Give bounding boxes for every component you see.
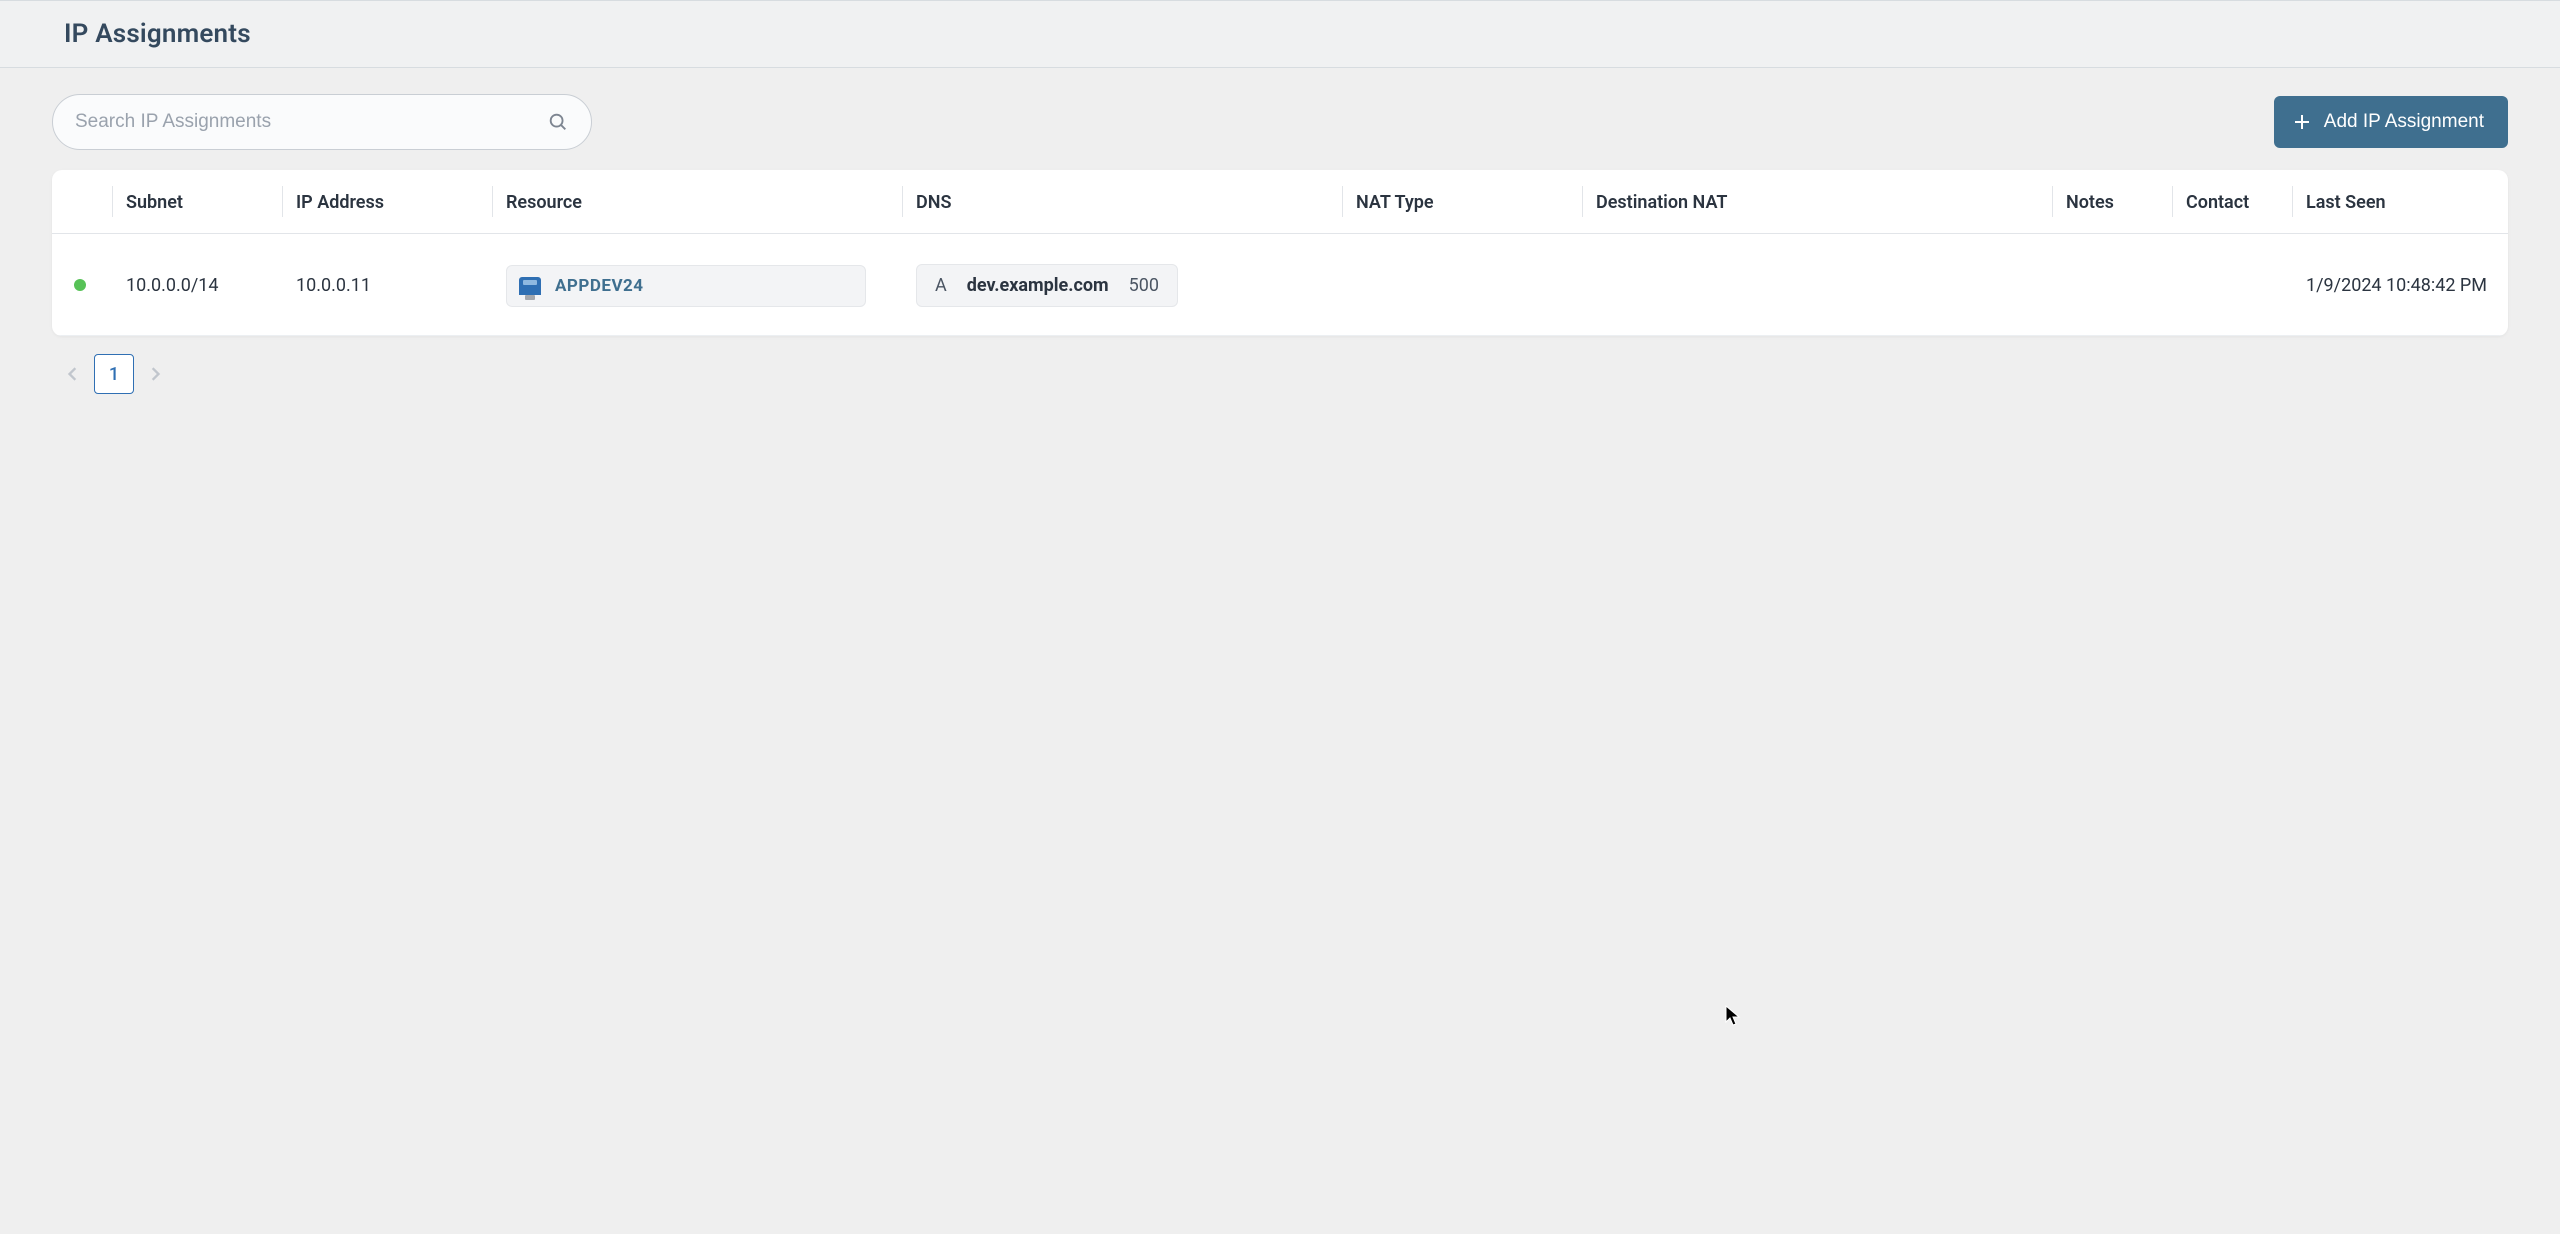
cell-notes — [2052, 234, 2172, 336]
add-button-label: Add IP Assignment — [2324, 111, 2484, 133]
resource-chip[interactable]: APPDEV24 — [506, 265, 866, 307]
page-title: IP Assignments — [64, 19, 2560, 49]
search-icon — [547, 111, 569, 133]
dns-ttl: 500 — [1129, 275, 1159, 296]
search-box[interactable] — [52, 94, 592, 150]
add-ip-assignment-button[interactable]: Add IP Assignment — [2274, 96, 2508, 148]
page-header: IP Assignments — [0, 0, 2560, 68]
pagination-prev[interactable] — [60, 357, 86, 391]
dns-host: dev.example.com — [967, 275, 1109, 296]
cell-contact — [2172, 234, 2292, 336]
cell-lastseen: 1/9/2024 10:48:42 PM — [2292, 234, 2508, 336]
chevron-left-icon — [66, 367, 80, 381]
dns-record-type: A — [935, 275, 947, 296]
cell-nattype — [1342, 234, 1582, 336]
toolbar: Add IP Assignment — [0, 68, 2560, 170]
search-input[interactable] — [75, 111, 535, 133]
monitor-icon — [519, 277, 541, 295]
table-row[interactable]: 10.0.0.0/14 10.0.0.11 APPDEV24 A dev.exa… — [52, 234, 2508, 336]
chevron-right-icon — [148, 367, 162, 381]
col-nattype[interactable]: NAT Type — [1342, 170, 1582, 234]
col-subnet[interactable]: Subnet — [112, 170, 282, 234]
col-contact[interactable]: Contact — [2172, 170, 2292, 234]
pagination-page-current[interactable]: 1 — [94, 354, 134, 394]
table-header-row: Subnet IP Address Resource DNS NAT Type … — [52, 170, 2508, 234]
pagination-next[interactable] — [142, 357, 168, 391]
status-indicator — [74, 279, 86, 291]
col-dns[interactable]: DNS — [902, 170, 1342, 234]
col-destnat[interactable]: Destination NAT — [1582, 170, 2052, 234]
col-notes[interactable]: Notes — [2052, 170, 2172, 234]
col-lastseen[interactable]: Last Seen — [2292, 170, 2508, 234]
dns-chip[interactable]: A dev.example.com 500 — [916, 264, 1178, 307]
ip-assignments-table: Subnet IP Address Resource DNS NAT Type … — [52, 170, 2508, 336]
cell-subnet: 10.0.0.0/14 — [112, 234, 282, 336]
cell-ip: 10.0.0.11 — [282, 234, 492, 336]
col-ip[interactable]: IP Address — [282, 170, 492, 234]
resource-name: APPDEV24 — [555, 276, 644, 296]
col-resource[interactable]: Resource — [492, 170, 902, 234]
plus-icon — [2294, 114, 2310, 130]
col-status[interactable] — [52, 170, 112, 234]
cell-destnat — [1582, 234, 2052, 336]
pagination: 1 — [0, 336, 2560, 394]
